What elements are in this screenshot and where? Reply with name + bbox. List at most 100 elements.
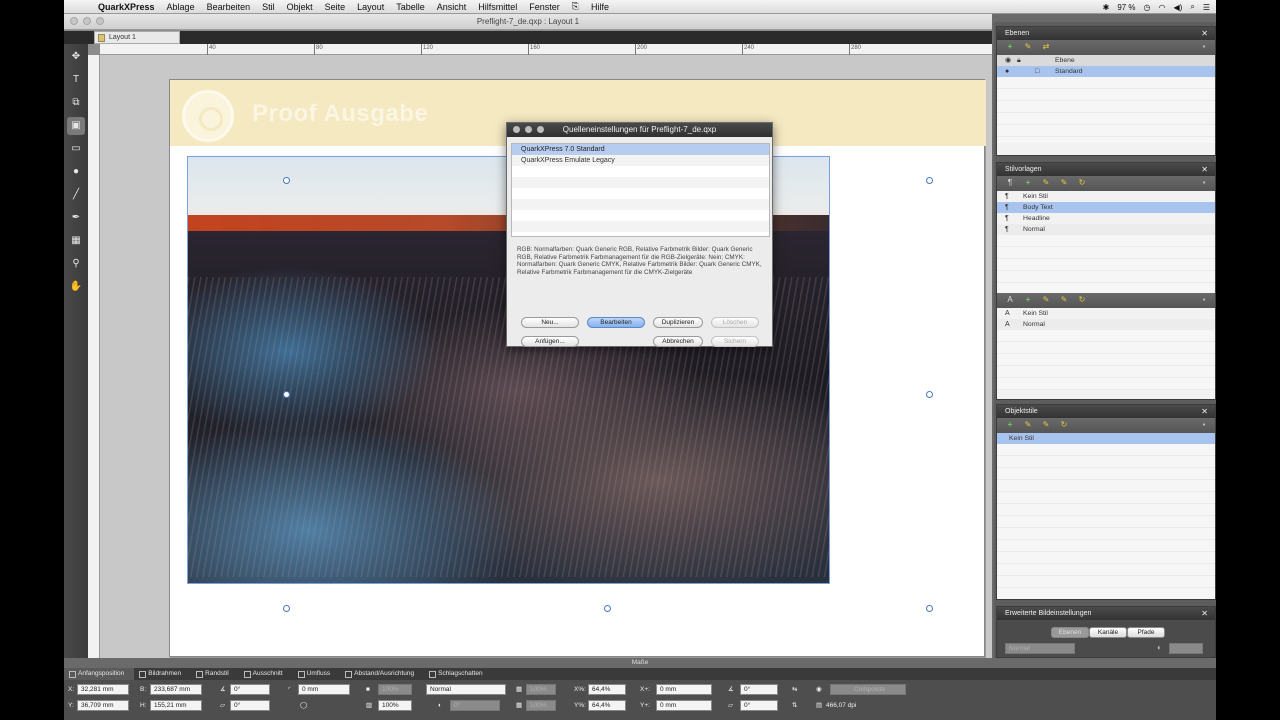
dialog-titlebar[interactable]: Quelleneinstellungen für Preflight-7_de.…	[507, 123, 772, 137]
rotation-field[interactable]: 0°	[230, 684, 270, 695]
new-layer-icon[interactable]: +	[1005, 42, 1015, 52]
opacity-percent-field[interactable]: 100%	[526, 700, 556, 711]
new-object-style-icon[interactable]: +	[1005, 420, 1015, 430]
edit-character-style-icon[interactable]: ✎	[1041, 295, 1051, 305]
battery-status[interactable]: 97 %	[1117, 3, 1135, 12]
new-character-style-icon[interactable]: +	[1023, 295, 1033, 305]
menu-ansicht[interactable]: Ansicht	[431, 2, 473, 12]
tab-home[interactable]: Anfangsposition	[64, 668, 135, 680]
measurements-title[interactable]: Maße	[64, 658, 1216, 668]
vertical-ruler[interactable]	[88, 55, 100, 658]
eye-icon[interactable]: ●	[1005, 66, 1009, 77]
y-offset-field[interactable]: 0 mm	[656, 700, 712, 711]
x-offset-field[interactable]: 0 mm	[656, 684, 712, 695]
spotlight-icon[interactable]: ⌕	[1190, 2, 1194, 12]
edit-button[interactable]: Bearbeiten	[587, 317, 645, 328]
tab-clipping[interactable]: Ausschnitt	[239, 668, 293, 680]
flip-vertical-icon[interactable]: ⇅	[792, 700, 797, 711]
rectangle-box-tool-icon[interactable]: ▭	[67, 140, 85, 158]
menu-seite[interactable]: Seite	[319, 2, 352, 12]
menu-bearbeiten[interactable]: Bearbeiten	[201, 2, 257, 12]
menu-tabelle[interactable]: Tabelle	[390, 2, 431, 12]
resize-handle[interactable]	[283, 605, 290, 612]
image-content-tool-icon[interactable]: ▣	[67, 117, 85, 135]
opacity-field[interactable]	[1169, 643, 1203, 654]
linking-tool-icon[interactable]: ⧉	[67, 94, 85, 112]
text-content-tool-icon[interactable]: T	[67, 71, 85, 89]
tab-space-align[interactable]: Abstand/Ausrichtung	[340, 668, 424, 680]
item-tool-icon[interactable]: ✥	[67, 48, 85, 66]
blend-mode-dropdown[interactable]: Normal	[1005, 643, 1075, 654]
resize-handle[interactable]	[926, 177, 933, 184]
duplicate-object-style-icon[interactable]: ✎	[1041, 420, 1051, 430]
palette-close-icon[interactable]: ✕	[1201, 163, 1208, 176]
menu-hilfe[interactable]: Hilfe	[585, 2, 615, 12]
layer-row[interactable]: ● □ Standard	[997, 66, 1215, 77]
duplicate-character-style-icon[interactable]: ✎	[1059, 295, 1069, 305]
menu-objekt[interactable]: Objekt	[281, 2, 319, 12]
oval-box-tool-icon[interactable]: ●	[67, 163, 85, 181]
line-tool-icon[interactable]: ╱	[67, 186, 85, 204]
style-sheets-header[interactable]: Stilvorlagen ✕	[997, 163, 1215, 176]
update-object-style-icon[interactable]: ↻	[1059, 420, 1069, 430]
paragraph-style-row[interactable]: ¶ Body Text	[997, 202, 1215, 213]
wifi-icon[interactable]: ◠	[1159, 3, 1166, 12]
duplicate-button[interactable]: Duplizieren	[653, 317, 703, 328]
list-item[interactable]: QuarkXPress 7.0 Standard	[512, 144, 769, 155]
palette-close-icon[interactable]: ✕	[1201, 607, 1208, 620]
picture-shade-field[interactable]: 100%	[378, 700, 412, 711]
height-field[interactable]: 155,21 mm	[150, 700, 202, 711]
menu-stil[interactable]: Stil	[256, 2, 281, 12]
composite-field[interactable]: Composite	[830, 684, 906, 695]
edit-layer-icon[interactable]: ✎	[1023, 42, 1033, 52]
edit-object-style-icon[interactable]: ✎	[1023, 420, 1033, 430]
image-settings-header[interactable]: Erweiterte Bildeinstellungen ✕	[997, 607, 1215, 620]
dialog-minimize-button[interactable]	[525, 126, 532, 133]
palette-close-icon[interactable]: ✕	[1201, 27, 1208, 40]
dialog-close-button[interactable]	[513, 126, 520, 133]
blend-mode-field[interactable]: Normal	[426, 684, 506, 695]
table-tool-icon[interactable]: ▦	[67, 232, 85, 250]
x-position-field[interactable]: 32,281 mm	[77, 684, 129, 695]
delete-character-style-icon[interactable]: ▪	[1199, 295, 1209, 305]
opacity-icon[interactable]: ◐	[1157, 643, 1162, 652]
source-setup-list[interactable]: QuarkXPress 7.0 Standard QuarkXPress Emu…	[511, 143, 770, 237]
menu-fenster[interactable]: Fenster	[523, 2, 566, 12]
delete-style-icon[interactable]: ▪	[1199, 178, 1209, 188]
cancel-button[interactable]: Abbrechen	[653, 336, 703, 347]
delete-button[interactable]: Löschen	[711, 317, 759, 328]
resize-handle[interactable]	[926, 605, 933, 612]
skew-field[interactable]: 0°	[230, 700, 270, 711]
tab-runaround[interactable]: Umfluss	[293, 668, 340, 680]
menu-hilfsmittel[interactable]: Hilfsmittel	[472, 2, 523, 12]
tab-paths[interactable]: Pfade	[1127, 627, 1165, 638]
edit-style-icon[interactable]: ✎	[1041, 178, 1051, 188]
resize-handle[interactable]	[283, 391, 290, 398]
tab-drop-shadow[interactable]: Schlagschatten	[424, 668, 492, 680]
bluetooth-icon[interactable]: ✱	[1103, 3, 1110, 12]
picture-skew-field[interactable]: 0°	[740, 700, 778, 711]
tab-layout-1[interactable]: Layout 1	[94, 31, 180, 44]
duplicate-style-icon[interactable]: ✎	[1059, 178, 1069, 188]
notification-icon[interactable]: ☰	[1203, 3, 1210, 12]
character-style-row[interactable]: A Normal	[997, 319, 1215, 330]
x-scale-field[interactable]: 64,4%	[588, 684, 626, 695]
resize-handle[interactable]	[604, 605, 611, 612]
opacity-angle-field[interactable]: 0°	[450, 700, 500, 711]
document-titlebar[interactable]: Preflight-7_de.qxp : Layout 1	[64, 14, 992, 30]
pen-tool-icon[interactable]: ✒	[67, 209, 85, 227]
tab-picture-box[interactable]: Bildrahmen	[134, 668, 191, 680]
new-style-icon[interactable]: +	[1023, 178, 1033, 188]
flip-horizontal-icon[interactable]: ⇆	[792, 684, 797, 695]
menu-quarkxpress[interactable]: QuarkXPress	[92, 2, 161, 12]
horizontal-ruler[interactable]: 40 80 120 160 200 240 280	[100, 44, 992, 55]
append-button[interactable]: Anfügen...	[521, 336, 579, 347]
box-shade-field[interactable]: 100%	[378, 684, 412, 695]
paragraph-style-row[interactable]: ¶ Normal	[997, 224, 1215, 235]
script-icon[interactable]: ⎘	[566, 1, 585, 12]
character-style-row[interactable]: A Kein Stil	[997, 308, 1215, 319]
menu-ablage[interactable]: Ablage	[161, 2, 201, 12]
dialog-zoom-button[interactable]	[537, 126, 544, 133]
width-field[interactable]: 233,687 mm	[150, 684, 202, 695]
volume-icon[interactable]: ◀)	[1174, 3, 1183, 12]
